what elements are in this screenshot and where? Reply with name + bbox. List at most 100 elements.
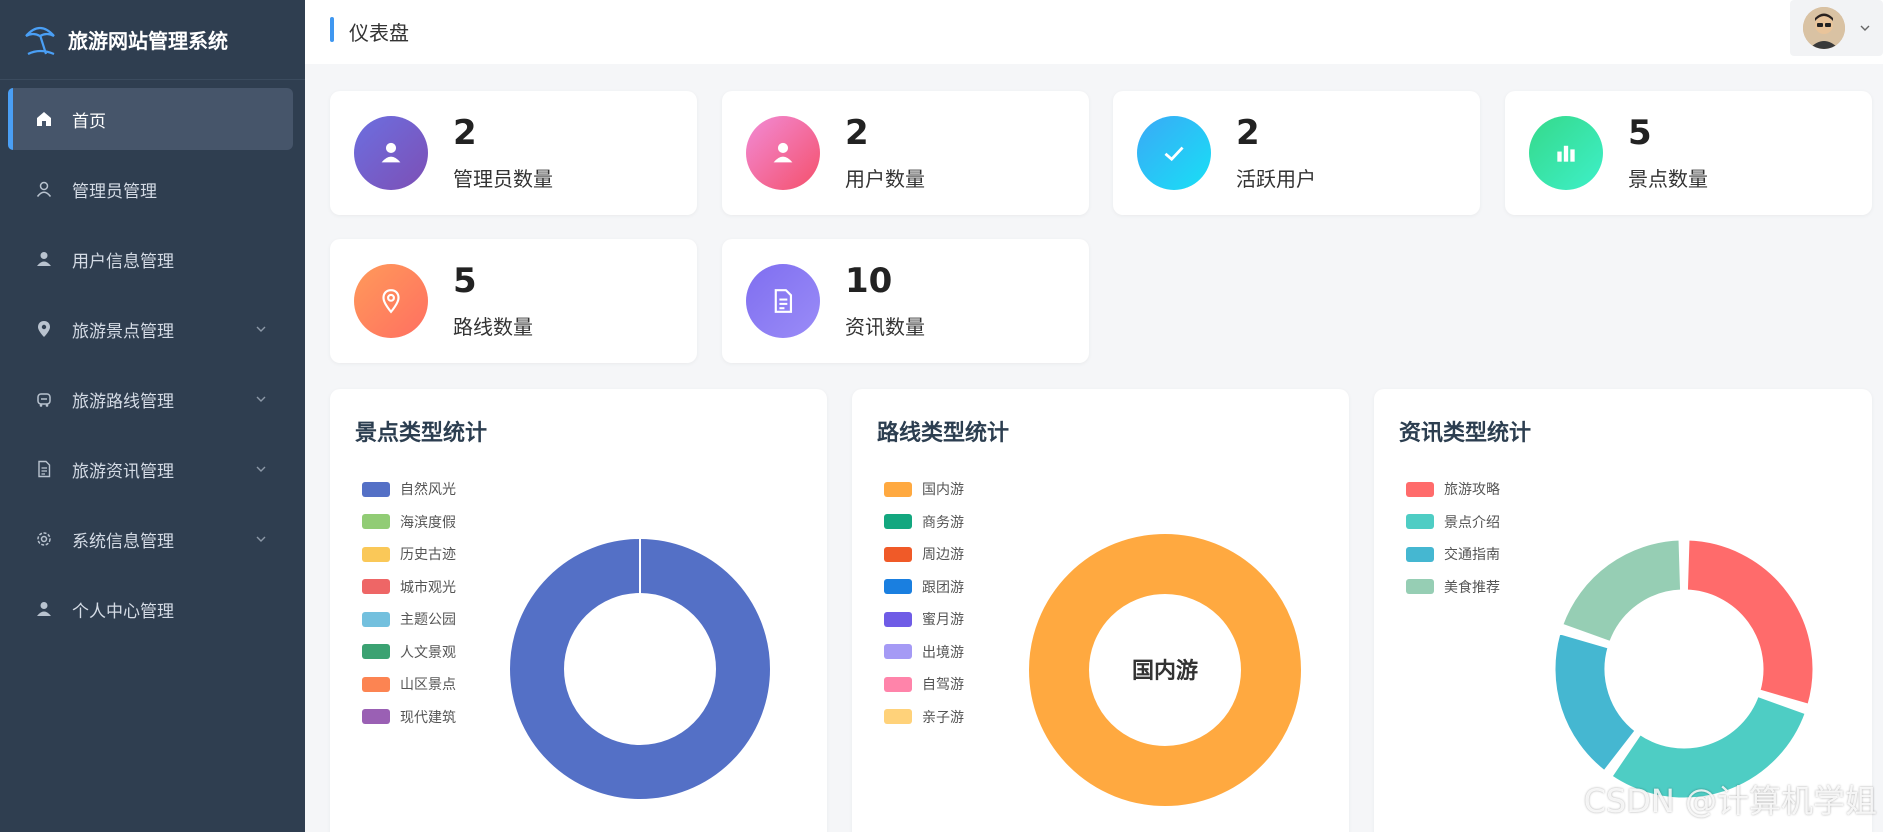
legend-swatch xyxy=(362,481,390,497)
chevron-down-icon[interactable] xyxy=(255,323,267,335)
chevron-down-icon[interactable] xyxy=(1859,22,1871,34)
chart-legend: 自然风光海滨度假历史古迹城市观光主题公园人文景观山区景点现代建筑 xyxy=(362,473,456,733)
legend-item[interactable]: 蜜月游 xyxy=(884,603,964,636)
sidebar-item-profile[interactable]: 个人中心管理 xyxy=(8,578,293,640)
legend-swatch xyxy=(884,676,912,692)
user-icon xyxy=(746,116,820,190)
legend-label: 周边游 xyxy=(922,547,964,564)
header-accent-bar xyxy=(330,17,334,42)
legend-item[interactable]: 商务游 xyxy=(884,506,964,539)
user-outline-icon xyxy=(34,179,54,199)
legend-label: 景点介绍 xyxy=(1444,514,1500,531)
stat-card-routes: 5 路线数量 xyxy=(330,239,697,363)
legend-swatch xyxy=(884,546,912,562)
legend-swatch xyxy=(362,514,390,530)
legend-label: 主题公园 xyxy=(400,612,456,629)
legend-item[interactable]: 亲子游 xyxy=(884,701,964,734)
chart-title: 路线类型统计 xyxy=(877,421,1010,446)
avatar[interactable] xyxy=(1803,7,1845,49)
stat-value: 2 xyxy=(453,113,477,153)
legend-label: 旅游攻略 xyxy=(1444,482,1500,499)
legend-swatch xyxy=(362,644,390,660)
legend-label: 山区景点 xyxy=(400,677,456,694)
location-icon xyxy=(34,319,54,339)
legend-swatch xyxy=(884,579,912,595)
chart-panel-route-types: 路线类型统计 国内游 商务游 周边游 跟团游 蜜月游 出境游 自驾游 亲子游 国内游 xyxy=(852,389,1349,832)
legend-label: 交通指南 xyxy=(1444,547,1500,564)
stat-card-news: 10 资讯数量 xyxy=(722,239,1089,363)
donut-slice[interactable] xyxy=(1552,631,1638,774)
chevron-down-icon[interactable] xyxy=(255,533,267,545)
legend-item[interactable]: 跟团游 xyxy=(884,571,964,604)
sidebar-item-system[interactable]: 系统信息管理 xyxy=(8,508,293,570)
legend-item[interactable]: 国内游 xyxy=(884,473,964,506)
legend-label: 国内游 xyxy=(922,482,964,499)
donut-slice[interactable] xyxy=(1560,537,1684,645)
stat-value: 2 xyxy=(845,113,869,153)
legend-item[interactable]: 交通指南 xyxy=(1406,538,1500,571)
stat-card-active-users: 2 活跃用户 xyxy=(1113,91,1480,215)
donut-slice[interactable] xyxy=(510,539,770,799)
legend-item[interactable]: 出境游 xyxy=(884,636,964,669)
legend-label: 海滨度假 xyxy=(400,514,456,531)
sidebar-item-label: 旅游资讯管理 xyxy=(72,461,174,482)
legend-item[interactable]: 周边游 xyxy=(884,538,964,571)
chart-legend: 国内游商务游周边游跟团游蜜月游 出境游 自驾游 亲子游 xyxy=(884,473,964,733)
legend-swatch xyxy=(884,611,912,627)
chevron-down-icon[interactable] xyxy=(255,463,267,475)
beach-umbrella-icon xyxy=(25,26,55,55)
chevron-down-icon[interactable] xyxy=(255,393,267,405)
sidebar-item-label: 管理员管理 xyxy=(72,181,157,202)
legend-label: 人文景观 xyxy=(400,644,456,661)
legend-item[interactable]: 海滨度假 xyxy=(362,506,456,539)
legend-item[interactable]: 自驾游 xyxy=(884,668,964,701)
user-menu[interactable] xyxy=(1790,0,1883,56)
legend-swatch xyxy=(884,709,912,725)
stat-label: 管理员数量 xyxy=(453,167,553,191)
legend-item[interactable]: 山区景点 xyxy=(362,668,456,701)
sidebar-item-news[interactable]: 旅游资讯管理 xyxy=(8,438,293,500)
legend-item[interactable]: 旅游攻略 xyxy=(1406,473,1500,506)
legend-label: 自然风光 xyxy=(400,482,456,499)
legend-swatch xyxy=(884,644,912,660)
sidebar-item-admin[interactable]: 管理员管理 xyxy=(8,158,293,220)
legend-swatch xyxy=(362,611,390,627)
watermark: CSDN @计算机学姐 xyxy=(1583,782,1877,820)
stat-value: 5 xyxy=(1628,113,1652,153)
legend-item[interactable]: 主题公园 xyxy=(362,603,456,636)
route-icon xyxy=(34,389,54,409)
sidebar-item-users[interactable]: 用户信息管理 xyxy=(8,228,293,290)
legend-swatch xyxy=(884,514,912,530)
stat-label: 资讯数量 xyxy=(845,315,925,339)
sidebar-item-spots[interactable]: 旅游景点管理 xyxy=(8,298,293,360)
legend-item[interactable]: 景点介绍 xyxy=(1406,506,1500,539)
legend-label: 商务游 xyxy=(922,514,964,531)
legend-label: 跟团游 xyxy=(922,579,964,596)
sidebar: 旅游网站管理系统 首页 管理员管理 用户信息管理 旅游景点管理 旅游路线管理 旅… xyxy=(0,0,305,832)
legend-item[interactable]: 历史古迹 xyxy=(362,538,456,571)
gear-icon xyxy=(34,529,54,549)
donut-chart xyxy=(510,538,770,799)
donut-center-label: 国内游 xyxy=(1132,658,1198,684)
stat-label: 活跃用户 xyxy=(1236,167,1316,191)
legend-item[interactable]: 人文景观 xyxy=(362,636,456,669)
stat-label: 景点数量 xyxy=(1628,167,1708,191)
legend-label: 历史古迹 xyxy=(400,547,456,564)
sidebar-item-label: 系统信息管理 xyxy=(72,531,174,552)
document-icon xyxy=(746,264,820,338)
home-icon xyxy=(34,109,54,129)
stat-label: 用户数量 xyxy=(845,167,925,191)
page-title: 仪表盘 xyxy=(349,21,409,45)
sidebar-item-label: 旅游景点管理 xyxy=(72,321,174,342)
chart-title: 景点类型统计 xyxy=(355,421,488,446)
legend-item[interactable]: 美食推荐 xyxy=(1406,571,1500,604)
legend-item[interactable]: 城市观光 xyxy=(362,571,456,604)
sidebar-item-home[interactable]: 首页 xyxy=(8,88,293,150)
legend-item[interactable]: 现代建筑 xyxy=(362,701,456,734)
legend-swatch xyxy=(362,579,390,595)
legend-item[interactable]: 自然风光 xyxy=(362,473,456,506)
donut-slice[interactable] xyxy=(1684,537,1816,707)
brand[interactable]: 旅游网站管理系统 xyxy=(0,0,305,80)
sidebar-item-label: 用户信息管理 xyxy=(72,251,174,272)
sidebar-item-routes[interactable]: 旅游路线管理 xyxy=(8,368,293,430)
